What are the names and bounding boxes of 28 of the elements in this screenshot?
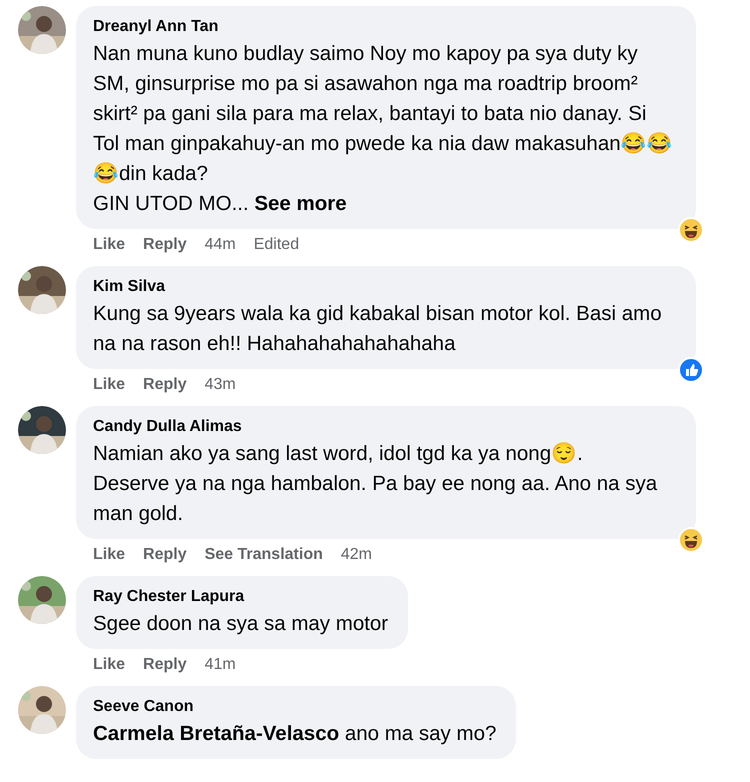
comment-text: Kung sa 9years wala ka gid kabakal bisan motor kol. Basi amo na na rason eh!! Hahahahahahahahaha	[93, 301, 663, 357]
comment-text: Sgee doon na sya sa may motor	[93, 611, 388, 637]
timestamp: 43m	[204, 375, 236, 395]
see-more-link[interactable]: See more	[254, 192, 347, 215]
comment-text: Namian ako ya sang last word, idol tgd ka ya nong😌. Deserve ya na nga hambalon. Pa bay ee nong aa. Ano na sya man gold.	[93, 441, 658, 527]
commenter-name[interactable]: Candy Dulla Alimas	[93, 415, 676, 439]
commenter-name[interactable]: Ray Chester Lapura	[93, 585, 388, 609]
comment-text: Nan muna kuno budlay saimo Noy mo kapoy pa sya duty ky SM, ginsurprise mo pa si asawahon nga ma roadtrip broom² skirt² pa gani sila para ma relax, bantayi to bata nio danay. Si Tol man ginpakahuy-an mo pwede ka nia daw makasuhan😂😂😂din kada? GIN UTOD MO... See more	[93, 41, 674, 217]
thumbs-up-icon	[678, 357, 704, 383]
action-link[interactable]: Like	[93, 234, 126, 256]
laughing-face-icon	[678, 217, 704, 243]
action-link[interactable]: Like	[93, 544, 126, 566]
timestamp: 44m	[204, 235, 236, 255]
action-link[interactable]: See Translation	[204, 544, 323, 566]
comment-text: Carmela Bretaña-Velasco ano ma say mo?	[93, 721, 496, 747]
action-link[interactable]: Reply	[143, 374, 187, 396]
commenter-name[interactable]: Kim Silva	[93, 275, 676, 299]
timestamp: 42m	[340, 545, 372, 565]
action-link[interactable]: Like	[93, 654, 126, 676]
action-link[interactable]: Reply	[143, 234, 187, 256]
action-link[interactable]: Reply	[143, 654, 187, 676]
action-link[interactable]: Reply	[143, 544, 187, 566]
timestamp: 41m	[204, 655, 236, 675]
laughing-face-icon	[678, 527, 704, 553]
commenter-name[interactable]: Dreanyl Ann Tan	[93, 15, 676, 39]
timestamp: Edited	[254, 235, 300, 255]
action-link[interactable]: Like	[93, 374, 126, 396]
commenter-name[interactable]: Seeve Canon	[93, 695, 496, 719]
